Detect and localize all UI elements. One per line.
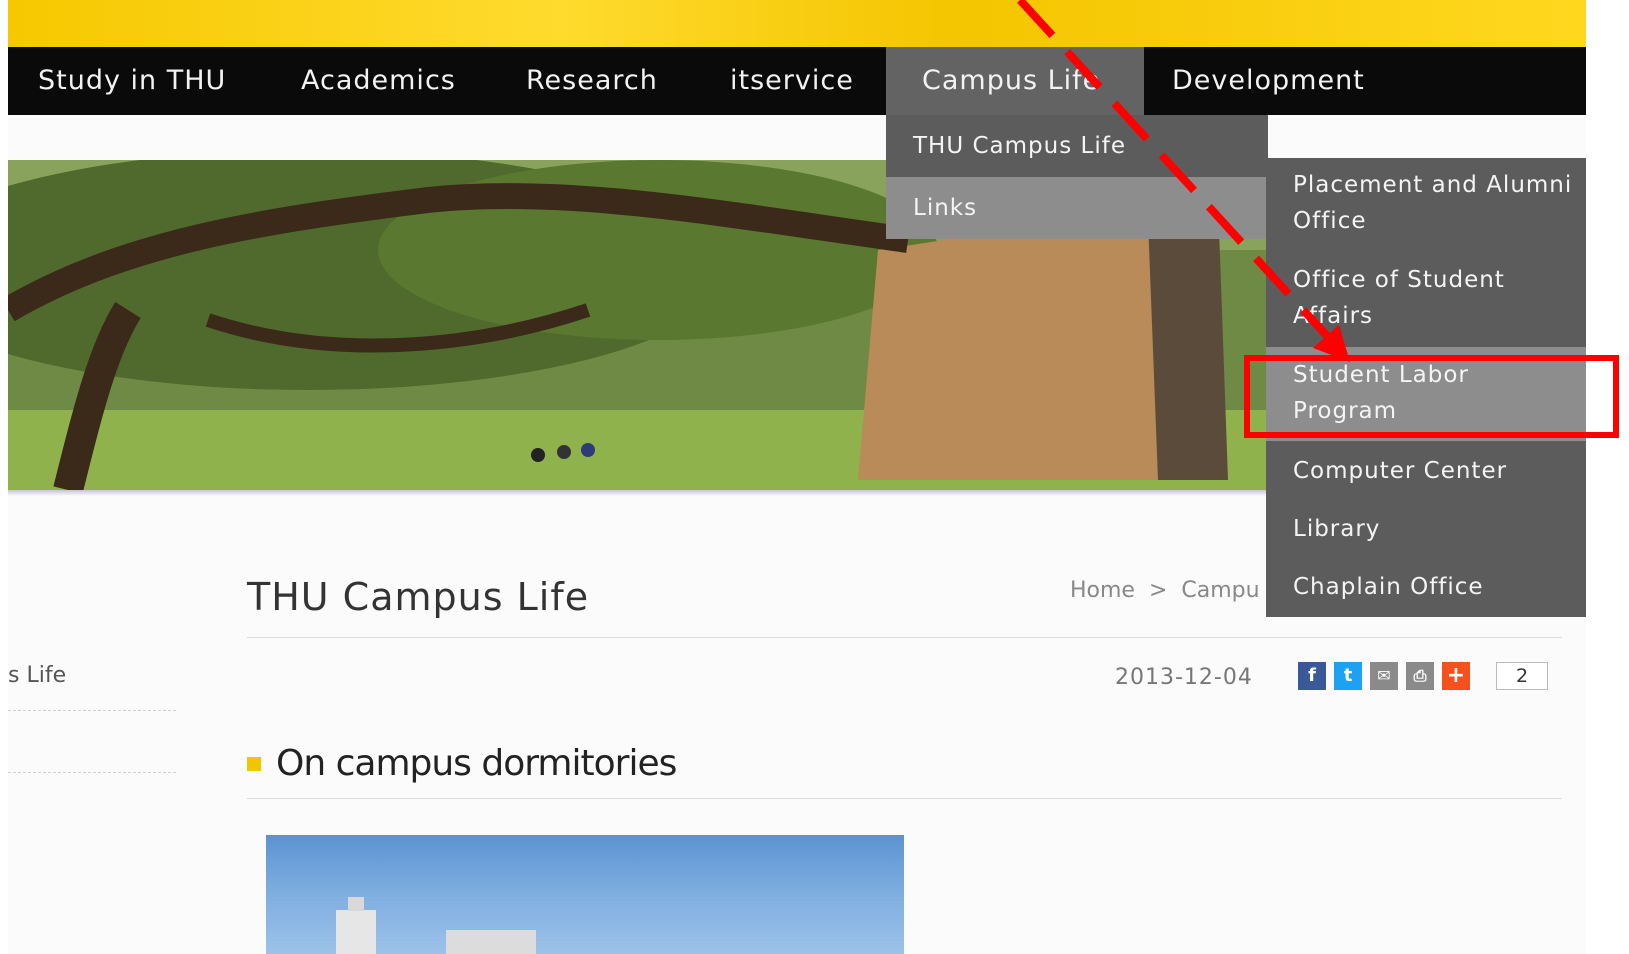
annotation-arrow-line xyxy=(1017,0,1341,351)
annotation-overlay xyxy=(1017,0,1350,362)
annotation-highlight-box xyxy=(1244,355,1619,438)
